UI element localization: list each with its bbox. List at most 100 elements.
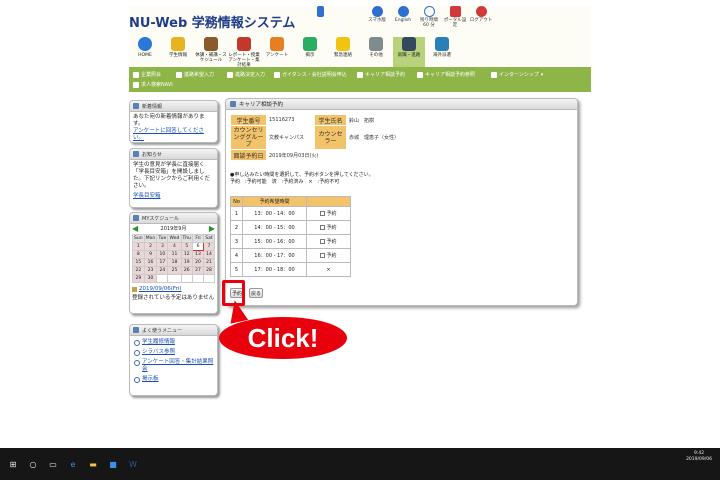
pencil-icon [230, 101, 236, 107]
tool-smartphone-version[interactable]: スマホ版 [365, 6, 389, 23]
calendar-day[interactable]: 2 [143, 242, 158, 251]
calendar-day[interactable]: 16 [143, 258, 158, 267]
slot-checkbox[interactable] [320, 225, 326, 230]
subnav-career-consult-ref[interactable]: キャリア相談予約参照 [417, 71, 475, 78]
calendar-day[interactable]: 1 [132, 242, 145, 251]
schedule-date-link[interactable]: 2019/09/06(Fri) [139, 286, 182, 293]
calendar-day[interactable]: 6 [192, 242, 204, 251]
menu-item-survey-results[interactable]: アンケート回答・集計結果照会 [134, 359, 215, 373]
calendar-day[interactable]: 19 [180, 258, 194, 267]
word-icon[interactable]: W [126, 457, 140, 471]
nav-emergency[interactable]: 緊急連絡 [327, 37, 359, 69]
calendar-day[interactable]: 22 [132, 266, 145, 275]
slot-checkbox[interactable] [320, 211, 326, 216]
student-no-label: 学生番号 [230, 114, 267, 126]
schedule-title: MYスケジュール [142, 215, 180, 222]
search-icon[interactable]: ○ [26, 457, 40, 471]
news-link[interactable]: アンケートに回答してください。 [133, 128, 214, 142]
calendar-icon [133, 215, 139, 221]
calendar-day[interactable]: 15 [132, 258, 145, 267]
calendar-day[interactable]: 21 [202, 258, 216, 267]
system-clock[interactable]: 9:42 2019/09/06 [686, 451, 712, 463]
calendar-day[interactable]: 5 [180, 242, 194, 251]
slot-time: 14：00 - 15：00 [242, 220, 307, 235]
file-explorer-icon[interactable]: ▬ [86, 457, 100, 471]
tool-english[interactable]: English [391, 6, 415, 23]
calendar-day[interactable]: 27 [192, 266, 204, 275]
report-icon [237, 37, 251, 51]
site-brand[interactable]: NU-Web 学務情報システム [129, 12, 295, 31]
calendar-day[interactable]: 18 [167, 258, 182, 267]
calendar-day[interactable]: 26 [180, 266, 194, 275]
subnav-job-search[interactable]: 求人検索NAVI [133, 81, 173, 88]
subnav-guidance[interactable]: ガイダンス・会社説明会申込 [274, 71, 347, 78]
nav-notice[interactable]: 掲示 [294, 37, 326, 69]
clock-icon [423, 6, 435, 17]
calendar-day[interactable]: 10 [156, 250, 169, 259]
subnav-company[interactable]: 企業照会 [133, 71, 161, 78]
student-info-table: 学生番号 15116273 学生氏名 鈴山 拓樹 カウンセリンググループ 文教キ… [230, 114, 417, 161]
menu-item-bulletin[interactable]: 掲示板 [134, 376, 215, 383]
career-icon [402, 37, 416, 51]
slot-no: 4 [230, 248, 243, 263]
menu-title: よく使うメニュー [142, 327, 183, 334]
nav-overseas[interactable]: 海外派遣 [426, 37, 458, 69]
career-subnav: 企業照会 進路希望入力 進路決定入力 ガイダンス・会社説明会申込 キャリア相談予… [129, 67, 591, 92]
menu-item-syllabus[interactable]: シラバス参照 [134, 349, 215, 356]
subnav-career-consult[interactable]: キャリア相談予約 [357, 71, 405, 78]
nav-schedule[interactable]: 休講・補講・スケジュール [195, 37, 227, 69]
nav-other[interactable]: その他 [360, 37, 392, 69]
tool-smartphone[interactable] [308, 6, 332, 18]
nav-home[interactable]: HOME [129, 37, 161, 69]
nav-report[interactable]: レポート・授業アンケート・集計結果 [228, 37, 260, 69]
next-month-icon[interactable]: ▶ [209, 225, 215, 233]
calendar-day[interactable]: 25 [167, 266, 182, 275]
prev-month-icon[interactable]: ◀ [132, 225, 138, 233]
calendar-day[interactable]: 12 [180, 250, 194, 259]
nav-label: 就職・進路 [397, 53, 421, 58]
calendar-day[interactable]: 3 [156, 242, 169, 251]
main-panel-title: キャリア相談予約 [226, 99, 577, 110]
back-button[interactable]: 戻る [249, 288, 263, 298]
col-status [306, 196, 351, 207]
calendar-day[interactable]: 4 [167, 242, 182, 251]
windows-start-icon[interactable]: ⊞ [6, 457, 20, 471]
nav-label: 学生情報 [169, 53, 187, 58]
calendar-day[interactable]: 23 [143, 266, 158, 275]
menu-item-course-info[interactable]: 学生履修情報 [134, 339, 215, 346]
calendar-day[interactable]: 8 [132, 250, 145, 259]
nav-career[interactable]: 就職・進路 [393, 37, 425, 69]
calendar-day[interactable]: 9 [143, 250, 158, 259]
click-callout: Click! [219, 317, 347, 359]
tool-label: ポータル設定 [443, 18, 467, 28]
slot-no: 1 [230, 206, 243, 221]
calendar-day[interactable]: 14 [202, 250, 216, 259]
notice-link[interactable]: 学長目安箱 [133, 193, 214, 200]
task-view-icon[interactable]: ▭ [46, 457, 60, 471]
calendar-day[interactable]: 30 [143, 274, 158, 283]
subnav-internship[interactable]: インターンシップ ▾ [491, 71, 543, 78]
calendar-day[interactable]: 13 [192, 250, 204, 259]
nav-label: HOME [138, 53, 152, 58]
calendar-day[interactable]: 24 [156, 266, 169, 275]
notice-icon [303, 37, 317, 51]
calendar-day[interactable]: 20 [192, 258, 204, 267]
slot-checkbox[interactable] [320, 239, 326, 244]
calendar-day[interactable]: 7 [202, 242, 216, 251]
tool-portal-settings[interactable]: ポータル設定 [443, 6, 467, 28]
calendar-day[interactable]: 29 [132, 274, 145, 283]
calendar-day[interactable]: 17 [156, 258, 169, 267]
calendar-day[interactable]: 28 [202, 266, 216, 275]
edge-icon[interactable]: e [66, 457, 80, 471]
nav-student-info[interactable]: 学生情報 [162, 37, 194, 69]
nav-survey[interactable]: アンケート [261, 37, 293, 69]
calendar-day[interactable]: 11 [167, 250, 182, 259]
subnav-career-decision[interactable]: 進路決定入力 [227, 71, 265, 78]
calendar-day [202, 274, 216, 283]
slot-checkbox[interactable] [320, 253, 326, 258]
career-consultation-panel: キャリア相談予約 学生番号 15116273 学生氏名 鈴山 拓樹 カウンセリン… [225, 98, 578, 306]
tool-logout[interactable]: ログアウト [469, 6, 493, 23]
subnav-career-hope[interactable]: 進路希望入力 [176, 71, 214, 78]
store-icon[interactable]: ■ [106, 457, 120, 471]
slot-status: 予約 [306, 234, 351, 249]
